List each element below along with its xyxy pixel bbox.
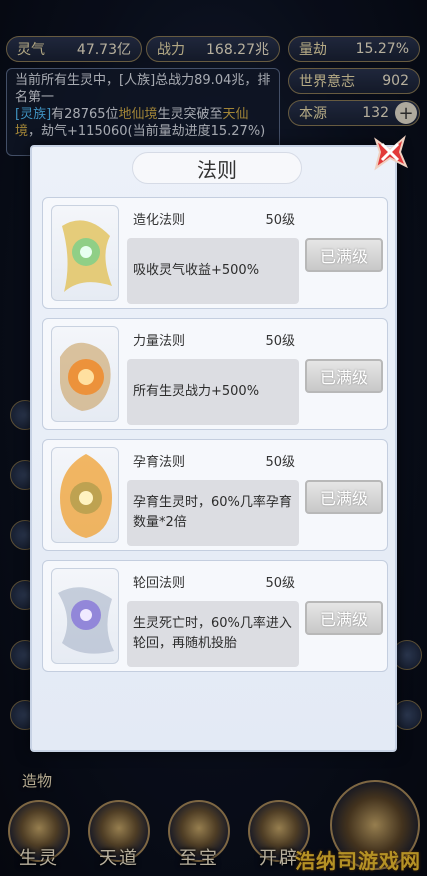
law-card: 造化法则 50级 吸收灵气收益+500% 已满级 [42, 197, 388, 309]
law-card: 孕育法则 50级 孕育生灵时，60%几率孕育数量*2倍 已满级 [42, 439, 388, 551]
law-art-icon [51, 447, 119, 543]
law-level: 50级 [265, 333, 295, 349]
law-desc: 生灵死亡时，60%几率进入轮回，再随机投胎 [127, 601, 299, 667]
max-level-label: 已满级 [319, 247, 368, 266]
max-level-label: 已满级 [319, 489, 368, 508]
law-card: 轮回法则 50级 生灵死亡时，60%几率进入轮回，再随机投胎 已满级 [42, 560, 388, 672]
law-name-row: 孕育法则 50级 [129, 448, 299, 472]
law-desc: 吸收灵气收益+500% [127, 238, 299, 304]
law-desc-text: 吸收灵气收益+500% [133, 263, 260, 278]
law-name: 轮回法则 [133, 575, 186, 591]
laws-modal: 法则 造化法则 50级 吸收灵气收益+500% 已满级 力量法则 50级 所有生… [30, 145, 397, 752]
max-level-label: 已满级 [319, 368, 368, 387]
law-art-icon [51, 326, 119, 422]
max-level-button[interactable]: 已满级 [305, 480, 383, 514]
law-desc-text: 孕育生灵时，60%几率孕育数量*2倍 [133, 495, 292, 530]
modal-title: 法则 [132, 152, 302, 184]
law-level: 50级 [265, 454, 295, 470]
law-desc: 孕育生灵时，60%几率孕育数量*2倍 [127, 480, 299, 546]
law-card: 力量法则 50级 所有生灵战力+500% 已满级 [42, 318, 388, 430]
law-level: 50级 [265, 212, 295, 228]
law-level: 50级 [265, 575, 295, 591]
modal-title-text: 法则 [197, 157, 237, 182]
law-name: 力量法则 [133, 333, 186, 349]
max-level-button[interactable]: 已满级 [305, 359, 383, 393]
max-level-label: 已满级 [319, 610, 368, 629]
law-art-icon [51, 568, 119, 664]
law-desc: 所有生灵战力+500% [127, 359, 299, 425]
close-icon[interactable] [368, 130, 412, 174]
law-art-icon [51, 205, 119, 301]
law-name: 造化法则 [133, 212, 186, 228]
law-desc-text: 生灵死亡时，60%几率进入轮回，再随机投胎 [133, 616, 292, 651]
max-level-button[interactable]: 已满级 [305, 601, 383, 635]
law-desc-text: 所有生灵战力+500% [133, 384, 260, 399]
law-name-row: 力量法则 50级 [129, 327, 299, 351]
law-name-row: 造化法则 50级 [129, 206, 299, 230]
max-level-button[interactable]: 已满级 [305, 238, 383, 272]
law-name: 孕育法则 [133, 454, 186, 470]
law-name-row: 轮回法则 50级 [129, 569, 299, 593]
